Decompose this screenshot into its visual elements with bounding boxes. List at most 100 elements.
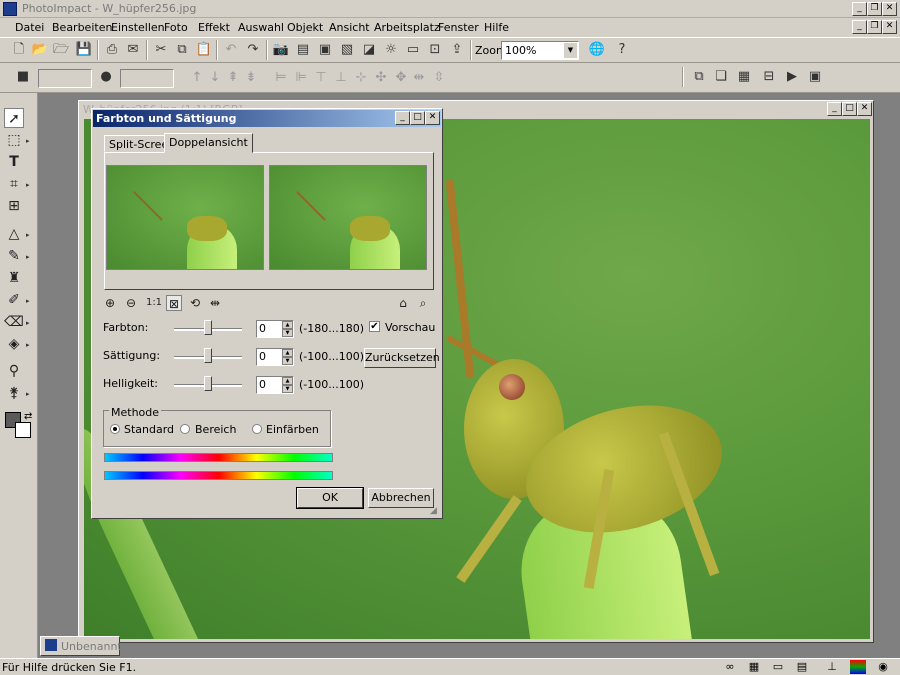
zoom-out-icon[interactable]: ⊖ [123, 295, 139, 311]
image-icon[interactable]: ▭ [404, 41, 422, 59]
doc-minimize-button[interactable]: _ [852, 20, 867, 34]
radio-einfaerben[interactable] [252, 424, 262, 434]
original-preview[interactable] [106, 165, 264, 270]
resize-grip-icon[interactable]: ◢ [430, 506, 437, 516]
ok-button[interactable]: OK [297, 488, 363, 508]
radio-standard[interactable] [110, 424, 120, 434]
brightness-slider-thumb[interactable] [204, 376, 212, 391]
dialog-minimize-button[interactable]: _ [395, 111, 410, 125]
hue-down-icon[interactable]: ▼ [282, 329, 293, 337]
screen-icon[interactable]: ▤ [794, 660, 810, 674]
doc-window-minimize-button[interactable]: _ [827, 102, 842, 116]
square-brush-icon[interactable]: ■ [14, 68, 32, 86]
minimized-window[interactable]: Unbenannt [40, 636, 122, 656]
preview-zoom-icon[interactable]: ⌕ [415, 295, 431, 311]
eyedropper-icon[interactable]: ⚵ [4, 383, 24, 403]
doc-restore-button[interactable]: ❐ [867, 20, 882, 34]
resize-icon[interactable]: ⊡ [426, 41, 444, 59]
menu-ansicht[interactable]: Ansicht [329, 21, 370, 34]
clone-stamp-icon[interactable]: ♜ [4, 268, 24, 288]
doc-window-maximize-button[interactable]: □ [842, 102, 857, 116]
pan-icon[interactable]: ⟲ [187, 295, 203, 311]
dot-brush-icon[interactable]: ● [97, 68, 115, 86]
text-tool-icon[interactable]: T [4, 152, 24, 172]
home-icon[interactable]: ⌂ [395, 295, 411, 311]
export-icon[interactable]: ⇪ [448, 41, 466, 59]
transform-tool-icon[interactable]: ⊞ [4, 196, 24, 216]
hue-slider-thumb[interactable] [204, 320, 212, 335]
close-app-button[interactable]: ✕ [882, 2, 897, 16]
paint-brush-icon[interactable]: ✎ [4, 246, 24, 266]
copy-icon[interactable]: ⧉ [173, 41, 191, 59]
zoom-tool-icon[interactable]: ⚲ [4, 361, 24, 381]
menu-bearbeiten[interactable]: Bearbeiten [52, 21, 112, 34]
align-left-icon[interactable]: ⊨ [272, 69, 290, 87]
save-icon[interactable]: 💾 [75, 41, 93, 59]
frame-icon[interactable]: ▭ [770, 660, 786, 674]
menu-effekt[interactable]: Effekt [198, 21, 230, 34]
retouch-tool-icon[interactable]: ✐ [4, 290, 24, 310]
zoom-in-icon[interactable]: ⊕ [102, 295, 118, 311]
crop-tool-icon[interactable]: ⌗ [4, 174, 24, 194]
menu-datei[interactable]: Datei [15, 21, 44, 34]
fill-tool-icon[interactable]: ◈ [4, 334, 24, 354]
brightness-up-icon[interactable]: ▲ [282, 377, 293, 385]
selection-tool-icon[interactable]: ⬚ [4, 130, 24, 150]
align-right-icon[interactable]: ⊫ [292, 69, 310, 87]
menu-auswahl[interactable]: Auswahl [238, 21, 284, 34]
menu-fenster[interactable]: Fenster [438, 21, 479, 34]
preview-checkbox[interactable]: ✔ [369, 321, 380, 332]
arrow-up-icon[interactable]: ↑ [188, 69, 206, 87]
center-both-icon[interactable]: ✥ [392, 69, 410, 87]
link-icon[interactable]: ∞ [722, 660, 738, 674]
zoom-select[interactable]: 100% ▼ [501, 41, 579, 60]
split-view-icon[interactable]: ⇹ [207, 295, 223, 311]
saturation-slider-thumb[interactable] [204, 348, 212, 363]
hue-spinner[interactable]: 0 ▲ ▼ [256, 320, 294, 338]
brightness-spinner[interactable]: 0 ▲ ▼ [256, 376, 294, 394]
print-icon[interactable]: ⎙ [103, 41, 121, 59]
menu-foto[interactable]: Foto [164, 21, 188, 34]
open-folder-icon[interactable]: 📂 [31, 41, 49, 59]
distribute-v-icon[interactable]: ⇳ [430, 69, 448, 87]
radio-bereich[interactable] [180, 424, 190, 434]
saturation-spinner[interactable]: 0 ▲ ▼ [256, 348, 294, 366]
play-icon[interactable]: ▶ [783, 68, 801, 86]
shape-tool-icon[interactable]: △ [4, 224, 24, 244]
size-field-1[interactable] [38, 69, 92, 88]
panel-icon[interactable]: ⊟ [760, 68, 778, 86]
minimize-app-button[interactable]: _ [852, 2, 867, 16]
paste-icon[interactable]: 📋 [195, 41, 213, 59]
swap-colors-icon[interactable]: ⇄ [24, 411, 32, 422]
help-icon[interactable]: ? [613, 41, 631, 59]
doc-window-close-button[interactable]: ✕ [857, 102, 872, 116]
background-color-swatch[interactable] [15, 422, 31, 438]
center-v-icon[interactable]: ✣ [372, 69, 390, 87]
photo-icon[interactable]: ▧ [338, 41, 356, 59]
layers-icon[interactable]: ⧉ [690, 68, 708, 86]
saturation-up-icon[interactable]: ▲ [282, 349, 293, 357]
camera-icon[interactable]: 📷 [272, 41, 290, 59]
object-icon[interactable]: ❏ [712, 68, 730, 86]
arrow-down-icon[interactable]: ↓ [206, 69, 224, 87]
distribute-h-icon[interactable]: ⇹ [410, 69, 428, 87]
menu-arbeitsplatz[interactable]: Arbeitsplatz [374, 21, 440, 34]
screen-capture-icon[interactable]: ▣ [316, 41, 334, 59]
send-back-icon[interactable]: ⇟ [242, 69, 260, 87]
restore-app-button[interactable]: ❐ [867, 2, 882, 16]
color-adjust-icon[interactable]: ◪ [360, 41, 378, 59]
align-bottom-icon[interactable]: ⊥ [332, 69, 350, 87]
dialog-maximize-button[interactable]: □ [410, 111, 425, 125]
fit-window-icon[interactable]: ⊠ [166, 295, 182, 311]
saturation-down-icon[interactable]: ▼ [282, 357, 293, 365]
cancel-button[interactable]: Abbrechen [368, 488, 434, 508]
globe-icon[interactable]: 🌐 [588, 41, 606, 59]
dialog-close-button[interactable]: ✕ [425, 111, 440, 125]
cut-icon[interactable]: ✂ [152, 41, 170, 59]
redo-icon[interactable]: ↷ [244, 41, 262, 59]
ruler-icon[interactable]: ⊥ [824, 660, 840, 674]
align-top-icon[interactable]: ⊤ [312, 69, 330, 87]
tab-doppelansicht[interactable]: Doppelansicht [164, 133, 253, 153]
eraser-icon[interactable]: ⌫ [4, 312, 24, 332]
doc-close-button[interactable]: ✕ [882, 20, 897, 34]
